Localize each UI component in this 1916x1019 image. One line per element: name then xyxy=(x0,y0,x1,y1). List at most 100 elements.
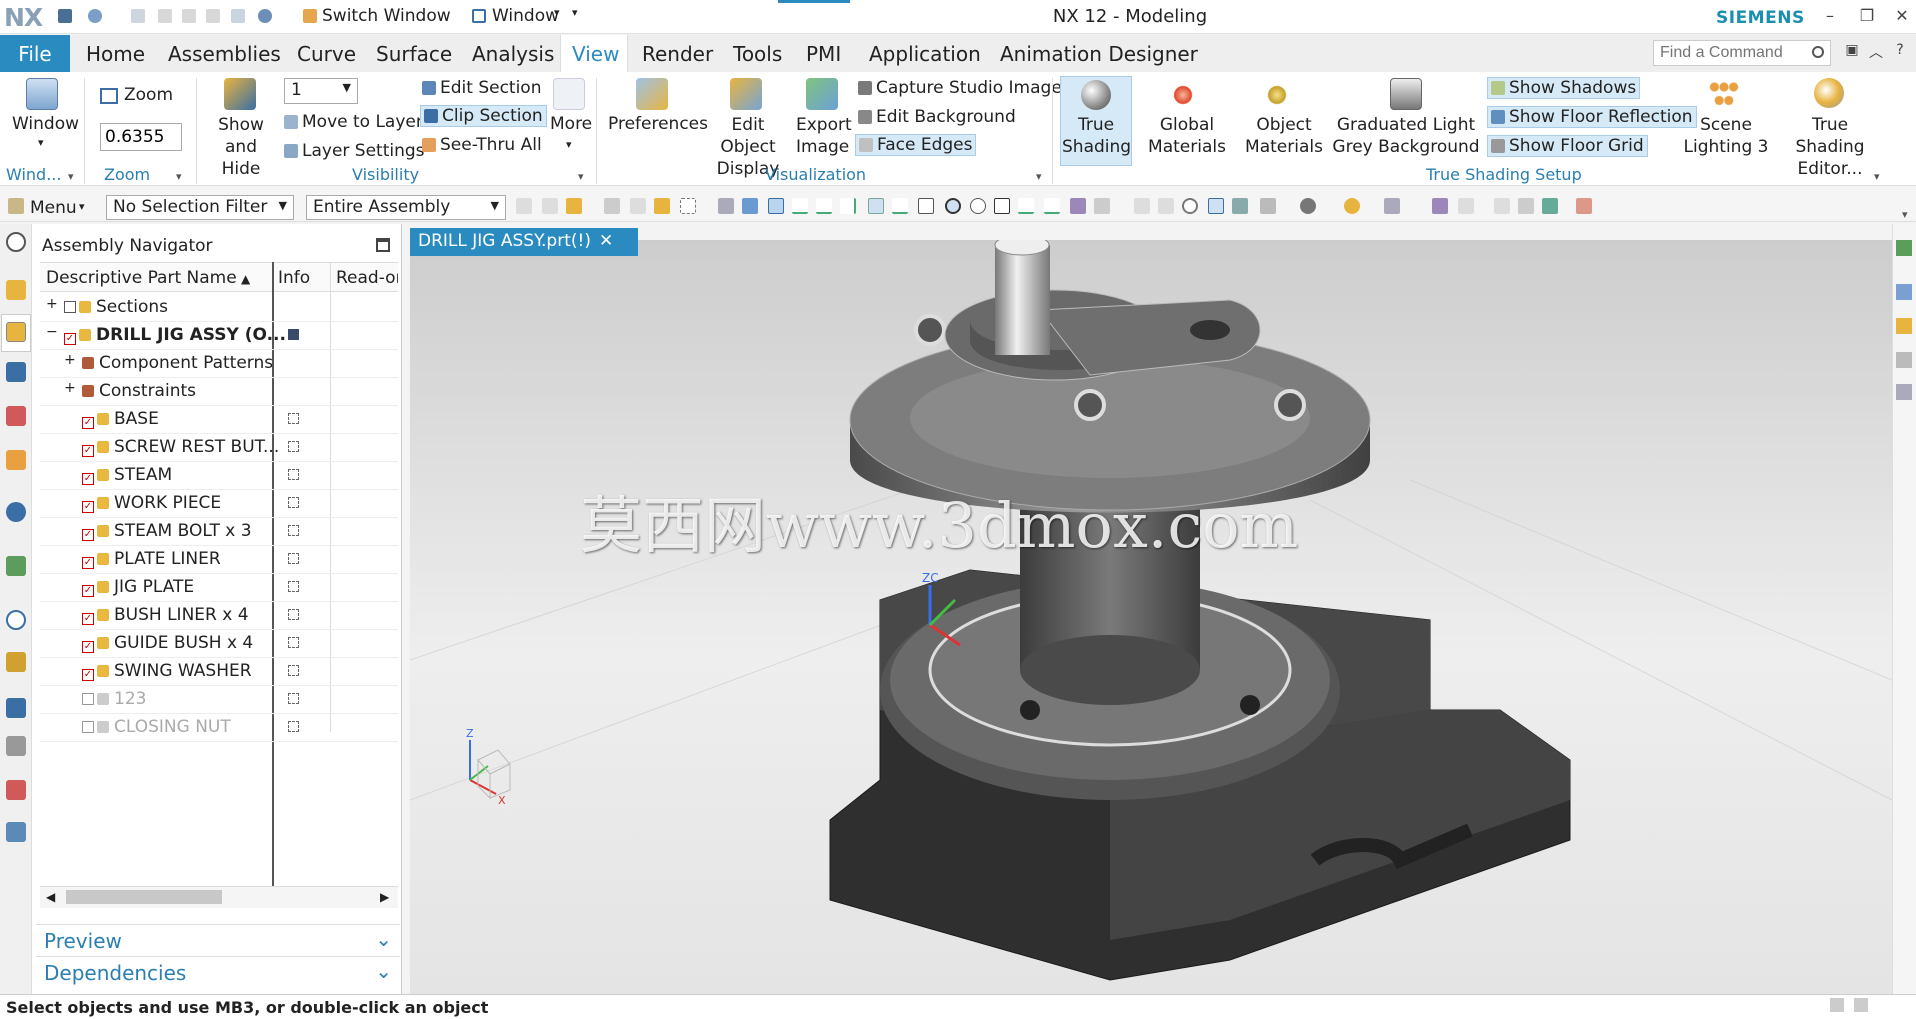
expand-icon[interactable]: + xyxy=(64,352,76,368)
tab-tools[interactable]: Tools xyxy=(733,42,782,66)
paste-icon[interactable] xyxy=(206,9,220,23)
global-materials-button[interactable]: Global Materials xyxy=(1140,114,1234,158)
tree-folder-row[interactable]: + Sections xyxy=(40,294,398,322)
visibility-checkbox[interactable]: ✓ xyxy=(82,473,94,485)
visibility-checkbox[interactable]: ✓ xyxy=(82,445,94,457)
tree-row[interactable]: ✓ STEAM BOLT x 3 xyxy=(40,518,398,546)
snap-icon[interactable] xyxy=(516,198,532,214)
show-floor-reflection-toggle[interactable]: Show Floor Reflection xyxy=(1487,106,1697,128)
tree-row[interactable]: ✓ SWING WASHER xyxy=(40,658,398,686)
show-floor-grid-toggle[interactable]: Show Floor Grid xyxy=(1487,135,1648,157)
tab-view[interactable]: View xyxy=(572,42,619,66)
selection-scope-select[interactable]: Entire Assembly ▼ xyxy=(306,195,506,220)
zoom-button[interactable]: Zoom xyxy=(124,85,173,105)
pan-icon[interactable] xyxy=(1208,198,1224,214)
column-header-name[interactable]: Descriptive Part Name xyxy=(46,268,237,288)
snap-icon[interactable] xyxy=(654,198,670,214)
view-fit-icon[interactable] xyxy=(1134,198,1150,214)
tree-row[interactable]: ✓ PLATE LINER xyxy=(40,546,398,574)
object-materials-button[interactable]: Object Materials xyxy=(1238,114,1330,158)
visibility-checkbox[interactable] xyxy=(64,301,76,313)
manufacturing-wizard-icon[interactable] xyxy=(6,780,26,800)
tree-row[interactable]: ✓ BUSH LINER x 4 xyxy=(40,602,398,630)
window-dropdown-icon[interactable]: ▾ xyxy=(38,136,44,149)
select-face-icon[interactable] xyxy=(718,198,734,214)
expand-icon[interactable]: + xyxy=(64,380,76,396)
tree-row[interactable]: CLOSING NUT xyxy=(40,714,398,742)
gear-icon[interactable] xyxy=(6,232,26,252)
snap-curve-icon[interactable] xyxy=(840,198,856,214)
move-component-icon[interactable] xyxy=(1542,198,1558,214)
more-dropdown-icon[interactable]: ▾ xyxy=(566,138,572,151)
snap-line-icon[interactable] xyxy=(792,198,808,214)
visibility-checkbox[interactable]: ✓ xyxy=(82,417,94,429)
edit-background-button[interactable]: Edit Background xyxy=(858,107,1016,127)
menu-button[interactable]: Menu xyxy=(30,198,77,218)
show-and-hide-button[interactable]: Show and Hide xyxy=(206,114,276,180)
dropdown-arrow-icon[interactable]: ▾ xyxy=(554,6,560,19)
search-icon[interactable] xyxy=(1812,46,1824,58)
assembly-constraints-icon[interactable] xyxy=(1576,198,1592,214)
visibility-checkbox[interactable]: ✓ xyxy=(64,333,76,345)
status-icon[interactable] xyxy=(1854,998,1868,1012)
snap-angle-icon[interactable] xyxy=(1044,198,1060,214)
snap-point-icon[interactable] xyxy=(768,198,784,214)
tab-application[interactable]: Application xyxy=(869,42,981,66)
column-header-readonly[interactable]: Read-or xyxy=(336,268,398,288)
hd3d-icon[interactable] xyxy=(6,450,26,470)
graphics-window[interactable]: ZC Z X xyxy=(410,240,1892,994)
tree-row[interactable]: ✓ WORK PIECE xyxy=(40,490,398,518)
snap-icon[interactable] xyxy=(630,198,646,214)
tab-assemblies[interactable]: Assemblies xyxy=(168,42,281,66)
visibility-checkbox[interactable] xyxy=(82,721,94,733)
graduated-light-grey-background-button[interactable]: Graduated Light Grey Background xyxy=(1332,114,1480,158)
scene-lighting-button[interactable]: Scene Lighting 3 xyxy=(1680,114,1772,158)
select-body-icon[interactable] xyxy=(742,198,758,214)
web-browser-icon[interactable] xyxy=(6,502,26,522)
command-finder-icon[interactable] xyxy=(1896,284,1912,300)
group-dropdown-icon[interactable]: ▾ xyxy=(68,170,74,183)
view-zoom-icon[interactable] xyxy=(1158,198,1174,214)
visibility-checkbox[interactable]: ✓ xyxy=(82,501,94,513)
snap-existing-point-icon[interactable] xyxy=(1094,198,1110,214)
expand-icon[interactable]: − xyxy=(46,324,58,340)
file-tab[interactable]: File xyxy=(0,35,70,72)
edit-section-button[interactable]: Edit Section xyxy=(422,78,542,98)
snap-tangent-icon[interactable] xyxy=(1018,198,1034,214)
group-dropdown-icon[interactable]: ▾ xyxy=(1036,170,1042,183)
snap-quadrant-icon[interactable] xyxy=(1070,198,1086,214)
rotate-icon[interactable] xyxy=(1182,198,1198,214)
tree-row[interactable]: 123 xyxy=(40,686,398,714)
tab-animation-designer[interactable]: Animation Designer xyxy=(1000,42,1198,66)
tree-row[interactable]: ✓ BASE xyxy=(40,406,398,434)
type-filter-icon[interactable] xyxy=(566,198,582,214)
scroll-right-icon[interactable]: ▶ xyxy=(380,890,389,904)
part-palette-icon[interactable] xyxy=(1896,318,1912,334)
expand-icon[interactable]: + xyxy=(46,296,58,312)
more-button[interactable]: More xyxy=(550,114,592,134)
render-style-icon[interactable] xyxy=(1232,198,1248,214)
reuse-library-icon[interactable] xyxy=(6,406,26,426)
capture-studio-image-button[interactable]: Capture Studio Image xyxy=(858,78,1062,98)
orient-view-icon[interactable] xyxy=(1260,198,1276,214)
tab-surface[interactable]: Surface xyxy=(376,42,452,66)
visibility-checkbox[interactable]: ✓ xyxy=(82,585,94,597)
snap-line-icon[interactable] xyxy=(816,198,832,214)
switch-window-icon[interactable] xyxy=(303,9,317,23)
tab-home[interactable]: Home xyxy=(86,42,145,66)
collapse-ribbon-icon[interactable]: ︿ xyxy=(1866,42,1886,62)
shading-icon[interactable] xyxy=(1300,198,1316,214)
column-header-info[interactable]: Info xyxy=(278,268,310,288)
tree-folder-row[interactable]: + Constraints xyxy=(40,378,398,406)
assembly-navigator-icon[interactable] xyxy=(6,322,26,342)
undo-icon[interactable] xyxy=(88,9,102,23)
roles-icon[interactable] xyxy=(6,698,26,718)
preferences-button[interactable]: Preferences xyxy=(608,114,708,134)
repeat-command-icon[interactable] xyxy=(231,9,245,23)
tab-render[interactable]: Render xyxy=(642,42,713,66)
customize-toolbar-icon[interactable]: ▾ xyxy=(572,6,578,19)
face-edges-button[interactable]: Face Edges xyxy=(855,134,977,156)
touch-mode-icon[interactable] xyxy=(258,9,272,23)
dependencies-section[interactable]: Dependencies ⌄ xyxy=(36,956,400,986)
selection-filter-select[interactable]: No Selection Filter ▼ xyxy=(106,195,294,220)
